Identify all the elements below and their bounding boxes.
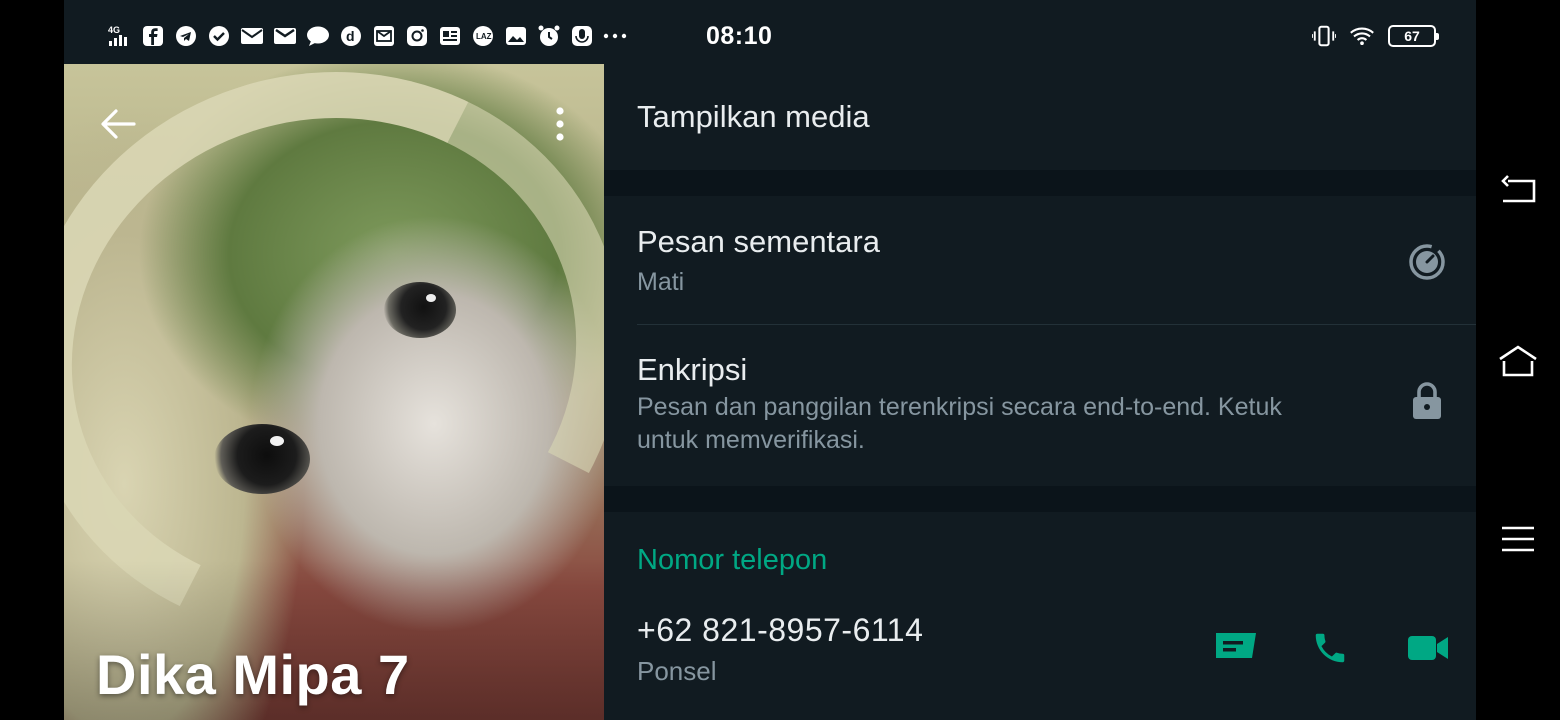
vibrate-icon — [1312, 24, 1336, 48]
photo-detail-eye — [214, 424, 310, 494]
disappearing-messages-row[interactable]: Pesan sementara Mati — [604, 196, 1476, 324]
image-icon — [504, 24, 528, 48]
recents-menu-icon — [1502, 526, 1534, 552]
photo-detail-glint — [426, 294, 436, 302]
video-call-button[interactable] — [1404, 624, 1452, 672]
disappearing-title: Pesan sementara — [637, 224, 880, 259]
encryption-title: Enkripsi — [637, 352, 748, 387]
telegram-icon — [174, 24, 198, 48]
email-box-icon — [372, 24, 396, 48]
contact-info-panel: Tampilkan media Pesan sementara Mati Enk… — [604, 64, 1476, 720]
encryption-row[interactable]: Enkripsi Pesan dan panggilan terenkripsi… — [604, 325, 1476, 486]
gmail-icon — [273, 24, 297, 48]
profile-photo[interactable]: Dika Mipa 7 — [64, 64, 604, 720]
system-home-button[interactable] — [1498, 340, 1538, 380]
message-button[interactable] — [1212, 624, 1260, 672]
chat-settings-card: Pesan sementara Mati Enkripsi Pesan dan … — [604, 196, 1476, 486]
encryption-description-line: Pesan dan panggilan terenkripsi secara e… — [637, 393, 1282, 421]
svg-text:d: d — [346, 28, 355, 44]
instagram-icon — [405, 24, 429, 48]
contact-name: Dika Mipa 7 — [96, 643, 410, 706]
arrow-left-icon — [101, 109, 136, 139]
mail-icon — [240, 24, 264, 48]
status-bar: 4G d LAZ 08:10 67 — [64, 0, 1476, 64]
encryption-description-line: untuk memverifikasi. — [637, 426, 865, 454]
media-label: Tampilkan media — [637, 99, 870, 134]
video-call-icon — [1408, 636, 1448, 660]
phone-number[interactable]: +62 821-8957-6114 — [637, 612, 923, 649]
timer-icon — [1409, 244, 1445, 280]
system-recents-button[interactable] — [1498, 519, 1538, 559]
battery-icon: 67 — [1388, 25, 1439, 47]
photo-detail-eye — [384, 282, 456, 338]
photo-detail-glint — [270, 436, 284, 446]
more-options-button[interactable] — [536, 100, 584, 148]
home-icon — [1499, 345, 1537, 377]
chat-bubble-icon — [306, 24, 330, 48]
voice-icon — [570, 24, 594, 48]
call-button[interactable] — [1306, 624, 1354, 672]
message-icon — [1216, 633, 1256, 658]
status-time: 08:10 — [706, 22, 773, 50]
news-icon — [438, 24, 462, 48]
lazada-icon: LAZ — [471, 24, 495, 48]
encryption-description: Pesan dan panggilan terenkripsi secara e… — [637, 391, 1357, 457]
check-circle-icon — [207, 24, 231, 48]
disappearing-value: Mati — [637, 268, 685, 296]
signal-icon: 4G — [108, 24, 132, 48]
phone-number-card: Nomor telepon +62 821-8957-6114 Ponsel — [604, 512, 1476, 720]
system-back-button[interactable] — [1498, 170, 1538, 210]
dana-icon: d — [339, 24, 363, 48]
svg-text:LAZ: LAZ — [476, 32, 492, 41]
media-row[interactable]: Tampilkan media — [604, 64, 1476, 170]
status-icons-left: 4G d LAZ — [108, 24, 627, 48]
system-navigation-bar — [1476, 0, 1560, 720]
status-icons-right: 67 — [1312, 24, 1439, 48]
more-dots-icon — [603, 24, 627, 48]
facebook-icon — [141, 24, 165, 48]
phone-type: Ponsel — [637, 656, 717, 686]
alarm-icon — [537, 24, 561, 48]
call-icon — [1315, 633, 1345, 663]
battery-level: 67 — [1404, 28, 1420, 44]
wifi-icon — [1350, 24, 1374, 48]
lock-icon — [1413, 382, 1441, 419]
screen-bezel-left — [0, 0, 64, 720]
more-vertical-icon — [556, 107, 564, 141]
back-icon — [1501, 175, 1536, 203]
svg-text:4G: 4G — [108, 25, 120, 35]
back-button[interactable] — [94, 100, 142, 148]
phone-section-title: Nomor telepon — [637, 544, 828, 576]
